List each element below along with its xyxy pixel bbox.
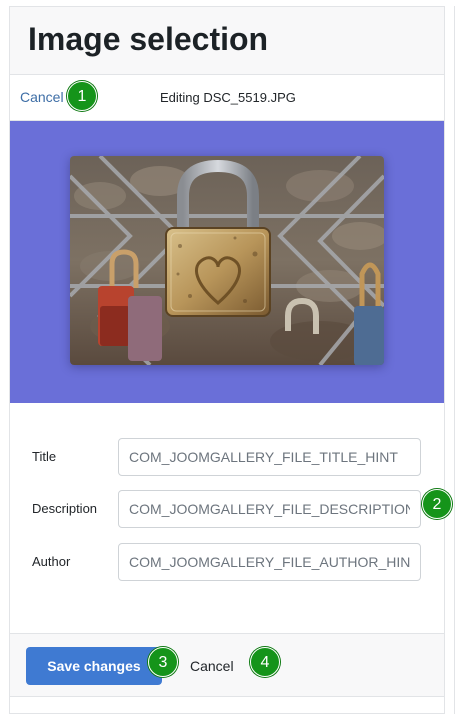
author-row: Author [10,543,444,581]
description-input[interactable] [118,490,421,528]
title-label: Title [32,449,57,464]
panel-header: Image selection [10,7,444,75]
callout-badge-3: 3 [148,647,178,677]
cancel-button[interactable]: Cancel [190,647,234,685]
right-panel-divider [454,6,455,714]
callout-badge-2: 2 [422,489,452,519]
description-label: Description [32,501,98,516]
page-title: Image selection [28,21,269,57]
save-changes-button[interactable]: Save changes [26,647,162,685]
page: Image selection Cancel Editing DSC_5519.… [0,0,464,714]
title-row: Title [10,438,444,476]
padlock-image [70,156,384,365]
description-row: Description [10,490,444,528]
panel-footer: Save changes Cancel [10,634,444,697]
callout-badge-4: 4 [250,647,280,677]
image-details-form: Title Description Author [10,403,444,634]
image-selection-panel: Image selection Cancel Editing DSC_5519.… [9,6,445,714]
cancel-link[interactable]: Cancel [20,89,64,105]
title-input[interactable] [118,438,421,476]
callout-badge-1: 1 [67,81,97,111]
padlock-photo [70,156,384,365]
image-preview-area [10,121,444,403]
author-input[interactable] [118,543,421,581]
author-label: Author [32,554,71,569]
editing-filename: Editing DSC_5519.JPG [160,90,296,105]
